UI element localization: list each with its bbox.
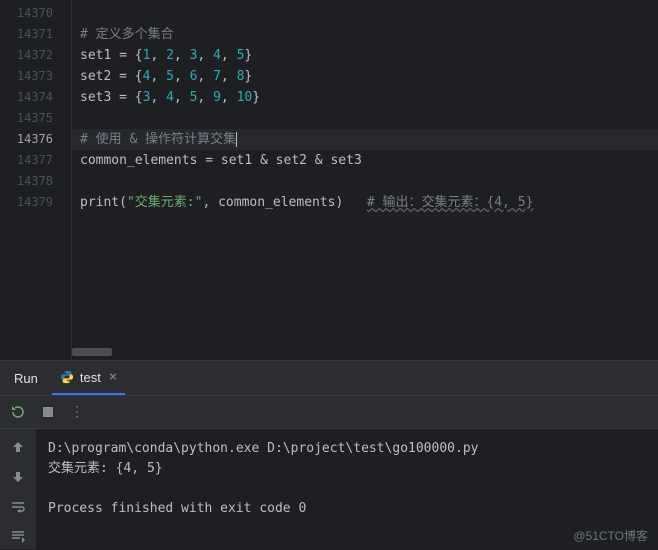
code-line: set1 = {1, 2, 3, 4, 5} [80,45,658,66]
line-number: 14377 [0,150,53,171]
line-number: 14375 [0,108,53,129]
run-panel: Run test × ⋮ [0,361,658,549]
line-number: 14376 [0,129,53,150]
line-number: 14370 [0,3,53,24]
code-line: common_elements = set1 & set2 & set3 [80,150,658,171]
code-line: set2 = {4, 5, 6, 7, 8} [80,66,658,87]
line-number: 14372 [0,45,53,66]
more-icon[interactable]: ⋮ [70,404,83,420]
line-number: 14373 [0,66,53,87]
code-line [80,171,658,192]
horizontal-scrollbar[interactable] [72,348,112,356]
scroll-to-end-icon[interactable] [10,529,26,545]
line-gutter: 14370 14371 14372 14373 14374 14375 1437… [0,0,72,360]
code-line: print("交集元素:", common_elements) # 输出：交集元… [80,192,658,213]
console-line: D:\program\conda\python.exe D:\project\t… [48,441,478,456]
code-editor[interactable]: # 定义多个集合 set1 = {1, 2, 3, 4, 5} set2 = {… [72,0,658,360]
code-line [80,3,658,24]
line-number: 14374 [0,87,53,108]
editor-area: 14370 14371 14372 14373 14374 14375 1437… [0,0,658,360]
run-tab[interactable]: test × [52,361,125,395]
code-line: set3 = {3, 4, 5, 9, 10} [80,87,658,108]
rerun-icon[interactable] [10,404,26,420]
console-line: Process finished with exit code 0 [48,501,306,516]
code-line [80,108,658,129]
run-tool-label[interactable]: Run [14,371,38,386]
line-number: 14379 [0,192,53,213]
line-number: 14378 [0,171,53,192]
run-body: D:\program\conda\python.exe D:\project\t… [0,429,658,549]
run-tab-name: test [80,370,101,385]
down-arrow-icon[interactable] [10,469,26,485]
up-arrow-icon[interactable] [10,439,26,455]
stop-icon[interactable] [40,404,56,420]
run-sidebar [0,429,36,549]
soft-wrap-icon[interactable] [10,499,26,515]
console-line: 交集元素: {4, 5} [48,461,163,476]
run-toolbar: ⋮ [0,395,658,429]
line-number: 14371 [0,24,53,45]
code-line: # 定义多个集合 [80,24,658,45]
console-output[interactable]: D:\program\conda\python.exe D:\project\t… [36,429,658,549]
close-icon[interactable]: × [109,369,117,385]
code-line-active: # 使用 & 操作符计算交集 [72,129,658,150]
run-tabs-bar: Run test × [0,361,658,395]
watermark: @51CTO博客 [573,527,648,544]
python-icon [60,370,74,384]
